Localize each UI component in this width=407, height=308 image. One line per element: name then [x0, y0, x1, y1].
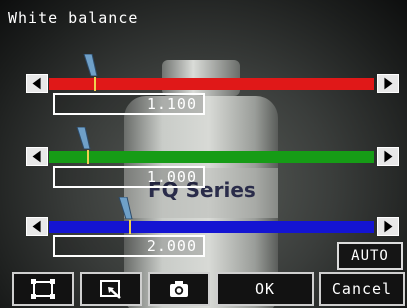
camera-icon	[170, 281, 188, 297]
arrow-left-icon	[32, 220, 41, 233]
ok-button[interactable]: OK	[216, 272, 314, 306]
green-slider-thumb[interactable]	[75, 127, 91, 149]
blue-slider-thumb[interactable]	[117, 197, 133, 219]
arrow-right-icon	[384, 150, 393, 163]
red-slider-thumb[interactable]	[82, 54, 98, 76]
frame-icon	[31, 279, 55, 299]
red-decrease-button[interactable]	[26, 74, 48, 93]
bottom-toolbar: OK Cancel	[0, 270, 407, 308]
frame-button[interactable]	[12, 272, 74, 306]
green-decrease-button[interactable]	[26, 147, 48, 166]
green-slider-track[interactable]	[49, 151, 374, 163]
green-value-marker	[87, 150, 89, 164]
red-value-field[interactable]: 1.100	[53, 93, 205, 115]
auto-button[interactable]: AUTO	[337, 242, 403, 270]
cancel-button[interactable]: Cancel	[319, 272, 405, 306]
red-increase-button[interactable]	[377, 74, 399, 93]
blue-decrease-button[interactable]	[26, 217, 48, 236]
blue-value-marker	[129, 220, 131, 234]
blue-slider-track[interactable]	[49, 221, 374, 233]
red-slider-track[interactable]	[49, 78, 374, 90]
blue-increase-button[interactable]	[377, 217, 399, 236]
green-increase-button[interactable]	[377, 147, 399, 166]
green-value-field[interactable]: 1.000	[53, 166, 205, 188]
arrow-left-icon	[32, 77, 41, 90]
arrow-right-icon	[384, 77, 393, 90]
page-title: White balance	[8, 9, 139, 27]
arrow-right-icon	[384, 220, 393, 233]
zoom-icon	[100, 280, 121, 299]
blue-value-field[interactable]: 2.000	[53, 235, 205, 257]
white-balance-screen: FQ Series White balance 1.100 1.000 2.00…	[0, 0, 407, 308]
red-value-marker	[94, 77, 96, 91]
arrow-left-icon	[32, 150, 41, 163]
camera-button[interactable]	[148, 272, 210, 306]
zoom-button[interactable]	[80, 272, 142, 306]
